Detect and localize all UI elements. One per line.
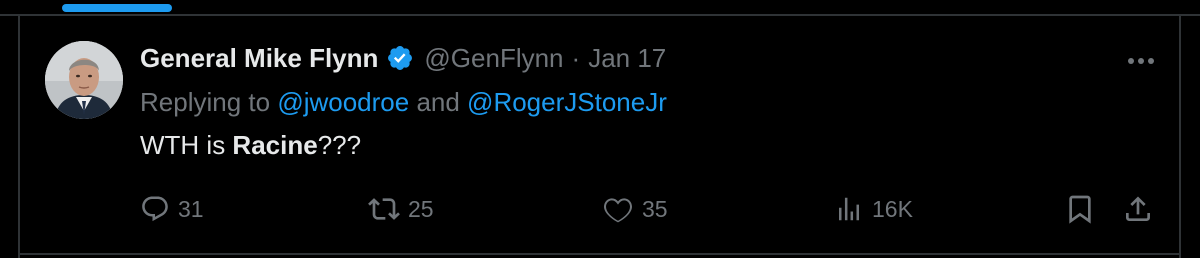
- bookmark-icon: [1064, 193, 1096, 225]
- header-separator: ·: [571, 42, 581, 73]
- reply-count: 31: [178, 195, 204, 222]
- share-button[interactable]: [1122, 188, 1154, 230]
- timestamp[interactable]: Jan 17: [588, 43, 666, 74]
- replying-prefix: Replying to: [140, 86, 278, 117]
- tweet-actions-bar: 31 25 35 16K: [0, 188, 1200, 230]
- repost-button[interactable]: 25: [368, 188, 434, 230]
- tweet-text: WTH is Racine ???: [140, 126, 361, 164]
- repost-count: 25: [408, 195, 434, 222]
- bar-chart-icon: [834, 194, 864, 224]
- share-upload-icon: [1122, 193, 1154, 225]
- reply-mention-link[interactable]: @jwoodroe: [277, 87, 409, 118]
- avatar[interactable]: [45, 41, 123, 119]
- like-button[interactable]: 35: [602, 188, 668, 230]
- replying-to: Replying to @jwoodroe and @RogerJStoneJr: [140, 84, 667, 120]
- reply-button[interactable]: 31: [140, 188, 204, 230]
- tweet-text-part: WTH is: [140, 129, 233, 160]
- verified-badge-icon: [386, 44, 414, 72]
- tweet-text-part: ???: [317, 129, 362, 160]
- more-dots-icon[interactable]: [1126, 53, 1156, 64]
- repost-arrows-icon: [368, 193, 400, 225]
- like-count: 35: [642, 195, 668, 222]
- active-tab-indicator: [62, 4, 172, 12]
- reply-mention-link[interactable]: @RogerJStoneJr: [467, 87, 667, 118]
- top-divider: [0, 14, 1200, 16]
- views-button[interactable]: 16K: [834, 188, 913, 230]
- avatar-portrait: [45, 41, 123, 119]
- author-name[interactable]: General Mike Flynn: [140, 43, 378, 74]
- tweet-text-bold: Racine: [232, 129, 318, 160]
- replying-conjunction: and: [409, 86, 468, 117]
- author-handle[interactable]: @GenFlynn: [424, 43, 563, 74]
- views-count: 16K: [872, 195, 913, 222]
- tweet-header: General Mike Flynn @GenFlynn · Jan 17: [140, 38, 666, 78]
- heart-icon: [602, 193, 634, 225]
- reply-bubble-icon: [140, 194, 170, 224]
- bottom-divider: [20, 253, 1179, 255]
- bookmark-button[interactable]: [1064, 188, 1096, 230]
